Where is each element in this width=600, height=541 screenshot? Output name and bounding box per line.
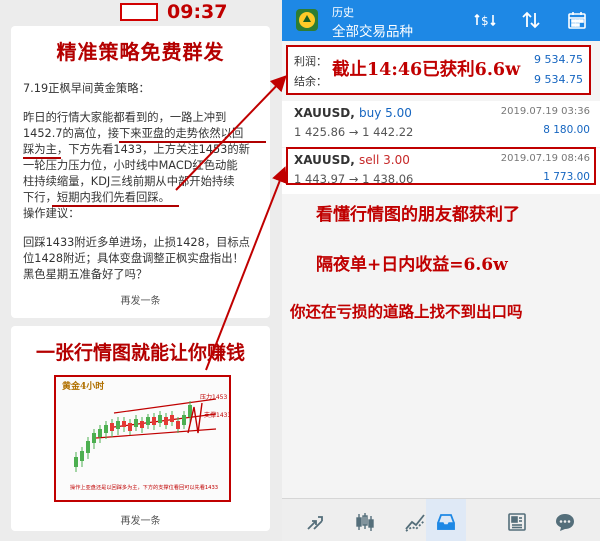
trade-side: buy 5.00 — [359, 106, 412, 120]
bottom-navigation — [282, 498, 600, 541]
balance-label: 结余： — [294, 75, 327, 88]
advice-heading: 操作建议： — [23, 207, 80, 220]
balance-value: 9 534.75 — [534, 73, 583, 86]
sort-icon[interactable] — [520, 9, 542, 31]
app-bar: 历史 全部交易品种 $ — [282, 0, 600, 41]
strategy-line: 一轮压力压力位，小时线中MACD红色动能 — [23, 159, 238, 172]
send-again-link[interactable]: 再发一条 — [11, 292, 270, 307]
underline-mark — [23, 157, 61, 159]
profit-value: 9 534.75 — [534, 53, 583, 66]
app-logo-icon[interactable] — [296, 9, 318, 31]
strategy-line: 1452.7的高位，接下来亚盘的走势依然以回 — [23, 127, 244, 140]
trade-arrows-icon[interactable] — [304, 511, 326, 533]
line-chart-icon[interactable] — [404, 511, 426, 533]
trade-prices: 1 425.86 → 1 442.22 — [294, 125, 414, 139]
chat-icon[interactable] — [554, 511, 576, 533]
card-title: 一张行情图就能让你赚钱 — [35, 342, 245, 364]
trade-date: 2019.07.19 03:36 — [500, 106, 590, 117]
clock-time: 09:37 — [167, 1, 228, 23]
app-title-small: 历史 — [332, 6, 354, 19]
strategy-line: 黑色星期五准备好了吗？ — [23, 268, 148, 281]
send-again-link[interactable]: 再发一条 — [11, 512, 270, 527]
chart-message-card[interactable]: 一张行情图就能让你赚钱 黄金4小时 压力1453 支撑1433 操作上亚盘还是以… — [11, 326, 270, 531]
chart-logo: 黄金4小时 — [62, 380, 104, 392]
chart-caption: 操作上亚盘还是以回踩多为主，下方的支撑位看回可以先看1433 — [70, 483, 218, 491]
profit-label: 利润： — [294, 55, 327, 68]
resistance-label: 压力1453 — [200, 393, 227, 401]
trade-row[interactable]: XAUUSD, buy 5.00 1 425.86 → 1 442.22 201… — [282, 101, 600, 147]
card-title: 精准策略免费群发 — [56, 40, 225, 64]
status-bar: 09:37 — [0, 0, 282, 24]
wechat-message-panel: 09:37 精准策略免费群发 7.19正枫早间黄金策略： 昨日的行情大家能都看到… — [0, 0, 282, 541]
strategy-line: 7.19正枫早间黄金策略： — [23, 82, 150, 95]
redacted-box — [120, 3, 158, 21]
promo-caption: 你还在亏损的道路上找不到出口吗 — [290, 302, 523, 321]
strategy-line: 位1428附近；具体变盘调整正枫实盘指出！ — [23, 252, 244, 265]
strategy-line: 踩为主，下方先看1433，上方关注1453的新 — [23, 143, 250, 156]
gold-chart-image[interactable]: 黄金4小时 压力1453 支撑1433 操作上亚盘还是以回踩多为主，下方的支撑位… — [54, 375, 231, 502]
candlestick-icon[interactable] — [354, 511, 376, 533]
underline-mark — [119, 141, 266, 143]
inbox-icon[interactable] — [435, 511, 457, 533]
trade-history-app: 历史 全部交易品种 $ 利润： 结余： 9 534.75 9 534.75 截止… — [282, 0, 600, 541]
strategy-line: 柱持续缩量，KDJ三线前期从中部开始持续 — [23, 175, 235, 188]
strategy-line: 回踩1433附近多单进场，止损1428，目标点 — [23, 236, 250, 249]
calendar-icon[interactable] — [566, 9, 588, 31]
promo-caption: 看懂行情图的朋友都获利了 — [316, 205, 520, 225]
account-summary: 利润： 结余： 9 534.75 9 534.75 截止14:46已获利6.6w — [286, 45, 591, 95]
trade-profit: 8 180.00 — [543, 124, 590, 136]
profit-banner: 截止14:46已获利6.6w — [332, 60, 521, 80]
support-label: 支撑1433 — [204, 411, 229, 419]
app-title-main[interactable]: 全部交易品种 — [332, 20, 413, 40]
strategy-line: 昨日的行情大家能都看到的，一路上冲到 — [23, 111, 227, 124]
promo-caption: 隔夜单+日内收益=6.6w — [316, 255, 508, 275]
strategy-message-card[interactable]: 精准策略免费群发 7.19正枫早间黄金策略： 昨日的行情大家能都看到的，一路上冲… — [11, 26, 270, 318]
candlestick-chart: 黄金4小时 压力1453 支撑1433 操作上亚盘还是以回踩多为主，下方的支撑位… — [56, 377, 231, 500]
svg-text:$: $ — [481, 14, 489, 28]
dollar-swap-icon[interactable]: $ — [474, 9, 496, 31]
highlight-box — [286, 147, 596, 185]
strategy-line: 下行，短期内我们先看回踩。 — [23, 191, 170, 204]
news-icon[interactable] — [506, 511, 528, 533]
trade-symbol: XAUUSD, — [294, 106, 355, 120]
